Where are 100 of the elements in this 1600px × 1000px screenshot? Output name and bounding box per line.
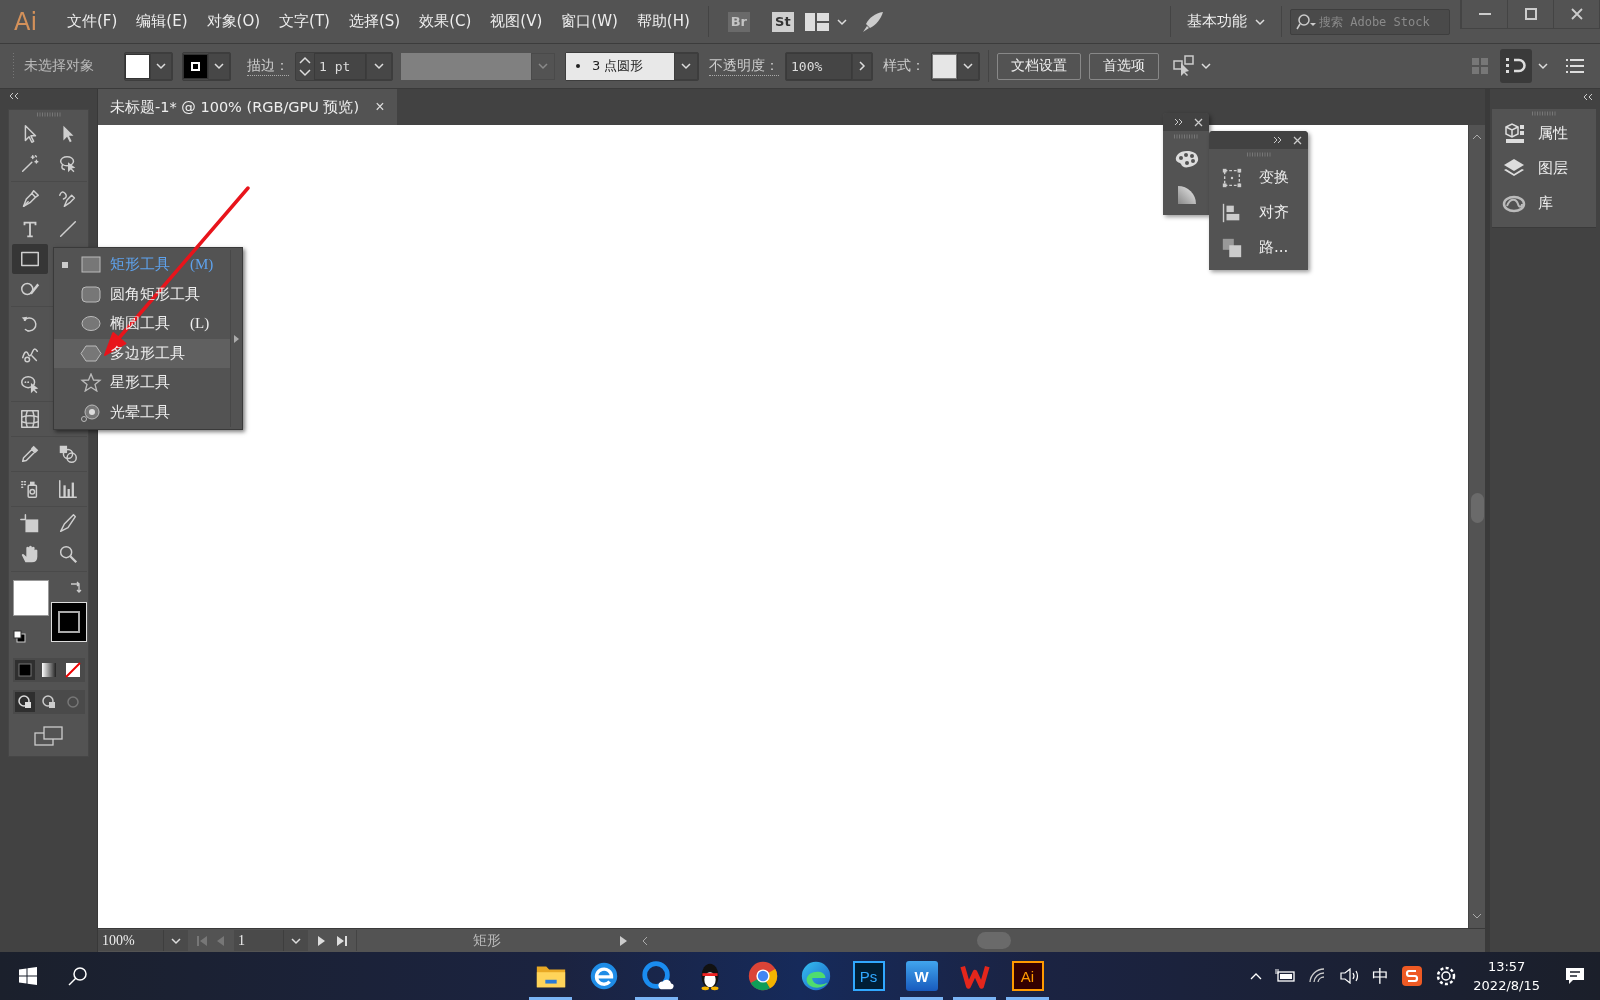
recolor-button[interactable]: [1173, 55, 1211, 77]
style-label: 样式：: [883, 57, 925, 75]
caret-icon[interactable]: [171, 935, 181, 946]
current-tool-status[interactable]: 矩形: [357, 931, 617, 950]
document-tab[interactable]: 未标题-1* @ 100% (RGB/GPU 预览) ×: [98, 89, 397, 125]
clock-button[interactable]: 13:57 2022/8/15: [1463, 952, 1550, 1000]
dock-panel-button[interactable]: 库: [1492, 186, 1596, 221]
default-colors-icon[interactable]: [12, 630, 26, 643]
message-icon: [1565, 966, 1585, 986]
taskbar-app-button[interactable]: Ai: [1001, 952, 1054, 1000]
word-app-icon: W: [905, 961, 938, 991]
menu-item[interactable]: 选择(S): [339, 6, 410, 37]
taskbar-app-button[interactable]: W: [895, 952, 948, 1000]
scroll-up-icon: [1472, 133, 1482, 141]
toolbar-button[interactable]: 首选项: [1089, 52, 1159, 80]
input-method-button[interactable]: 中: [1366, 952, 1396, 1000]
close-icon[interactable]: [1293, 135, 1302, 145]
toolbar-button[interactable]: 文档设置: [997, 52, 1081, 80]
stroke-color-control[interactable]: [182, 51, 231, 81]
column-graph-icon: [56, 478, 79, 500]
panel-button[interactable]: 对齐: [1209, 195, 1308, 230]
vertical-scrollbar[interactable]: [1468, 125, 1485, 928]
tool-menu-item[interactable]: 星形工具: [54, 368, 230, 398]
caret-icon: [374, 61, 384, 71]
menu-item[interactable]: 文件(F): [58, 6, 127, 37]
brush-name: 3 点圆形: [592, 57, 644, 75]
artboard-canvas[interactable]: [98, 125, 1468, 928]
magnet-icon: [1506, 56, 1526, 76]
tool-menu-item[interactable]: 多边形工具: [54, 338, 230, 368]
stroke-swatch[interactable]: [50, 602, 87, 642]
stroke-label[interactable]: 描边：: [247, 56, 289, 76]
zoom-field[interactable]: 100%: [98, 930, 164, 951]
collapse-icon[interactable]: [8, 92, 20, 100]
layout-grid-icon[interactable]: [804, 12, 829, 31]
caret-icon[interactable]: [1538, 61, 1548, 71]
dock-panel-button[interactable]: 属性: [1492, 116, 1596, 151]
expand-icon[interactable]: [1174, 118, 1184, 126]
search-icon: [1296, 13, 1316, 30]
app-logo: Ai: [14, 7, 39, 36]
tool-button[interactable]: [11, 244, 48, 274]
chevron-up-icon: [1250, 972, 1263, 980]
expand-icon[interactable]: [1273, 136, 1283, 144]
graphic-style-control[interactable]: [931, 51, 980, 81]
battery-plug-icon: [1274, 968, 1297, 984]
menu-item[interactable]: 帮助(H): [627, 6, 699, 37]
rectangle-shape-icon: [80, 255, 102, 275]
menu-item[interactable]: 编辑(E): [127, 6, 197, 37]
dock-panel-button[interactable]: 图层: [1492, 151, 1596, 186]
fill-swatch[interactable]: [12, 580, 49, 616]
stock-search-field[interactable]: 搜索 Adobe Stock: [1290, 8, 1450, 35]
status-menu-icon[interactable]: [617, 934, 629, 947]
scroll-down-icon: [1472, 912, 1482, 920]
tab-close-button[interactable]: ×: [373, 98, 387, 116]
caret-icon[interactable]: [836, 16, 847, 27]
brush-dropdown[interactable]: 3 点圆形: [565, 51, 699, 81]
scrollbar-thumb[interactable]: [1470, 493, 1484, 523]
rocket-icon[interactable]: [860, 10, 885, 33]
tear-off-icon[interactable]: [234, 334, 239, 343]
panel-button[interactable]: 变换: [1209, 160, 1308, 195]
search-icon: [68, 966, 88, 986]
menu-item[interactable]: 文字(T): [270, 6, 339, 37]
current-tool-marker: [62, 261, 68, 268]
draw-normal-icon[interactable]: [14, 692, 35, 712]
properties-icon: [1502, 121, 1526, 146]
workspace-switcher[interactable]: 基本功能: [1179, 12, 1273, 31]
artboard-number-field[interactable]: 1: [234, 930, 284, 951]
color-mode-icon[interactable]: [14, 660, 35, 680]
panel-button[interactable]: 路...: [1209, 230, 1308, 265]
menu-item[interactable]: 视图(V): [481, 6, 552, 37]
scroll-left-icon[interactable]: [641, 935, 649, 946]
menu-item[interactable]: 效果(C): [410, 6, 481, 37]
rounded-rectangle-icon: [80, 284, 102, 304]
taskbar-app-button[interactable]: Ps: [842, 952, 895, 1000]
swap-arrows-icon[interactable]: [68, 580, 83, 594]
minimize-icon: [1478, 13, 1491, 15]
document-title: 未标题-1* @ 100% (RGB/GPU 预览): [110, 97, 360, 117]
caret-icon: [681, 61, 691, 71]
grip-icon: [1246, 152, 1271, 157]
pathfinder-icon: [1221, 236, 1243, 259]
stock-badge[interactable]: St: [771, 11, 794, 32]
settings-icon: [1435, 965, 1458, 987]
menu-item[interactable]: 窗口(W): [552, 6, 627, 37]
last-artboard-icon[interactable]: [336, 934, 348, 947]
snap-toggle[interactable]: [1500, 49, 1532, 83]
selection-status: 未选择对象: [24, 57, 94, 75]
tool-menu-item[interactable]: 光晕工具: [54, 397, 230, 427]
caret-icon: [1201, 61, 1211, 71]
stroke-weight-field[interactable]: 1 pt: [295, 51, 393, 81]
opacity-label[interactable]: 不透明度：: [709, 56, 779, 76]
menu-item[interactable]: 对象(O): [197, 6, 270, 37]
opacity-field[interactable]: 100%: [785, 51, 873, 81]
fill-color-control[interactable]: [124, 51, 173, 81]
screen-mode-icon[interactable]: [33, 726, 64, 746]
grip-icon: [12, 53, 15, 79]
caret-icon[interactable]: [291, 935, 301, 946]
chevron-right-icon: [858, 61, 866, 71]
list-menu-icon[interactable]: [1566, 59, 1584, 73]
close-icon[interactable]: [1194, 117, 1203, 127]
cursor-square-icon: [1173, 55, 1195, 77]
collapse-icon[interactable]: [1582, 93, 1594, 101]
